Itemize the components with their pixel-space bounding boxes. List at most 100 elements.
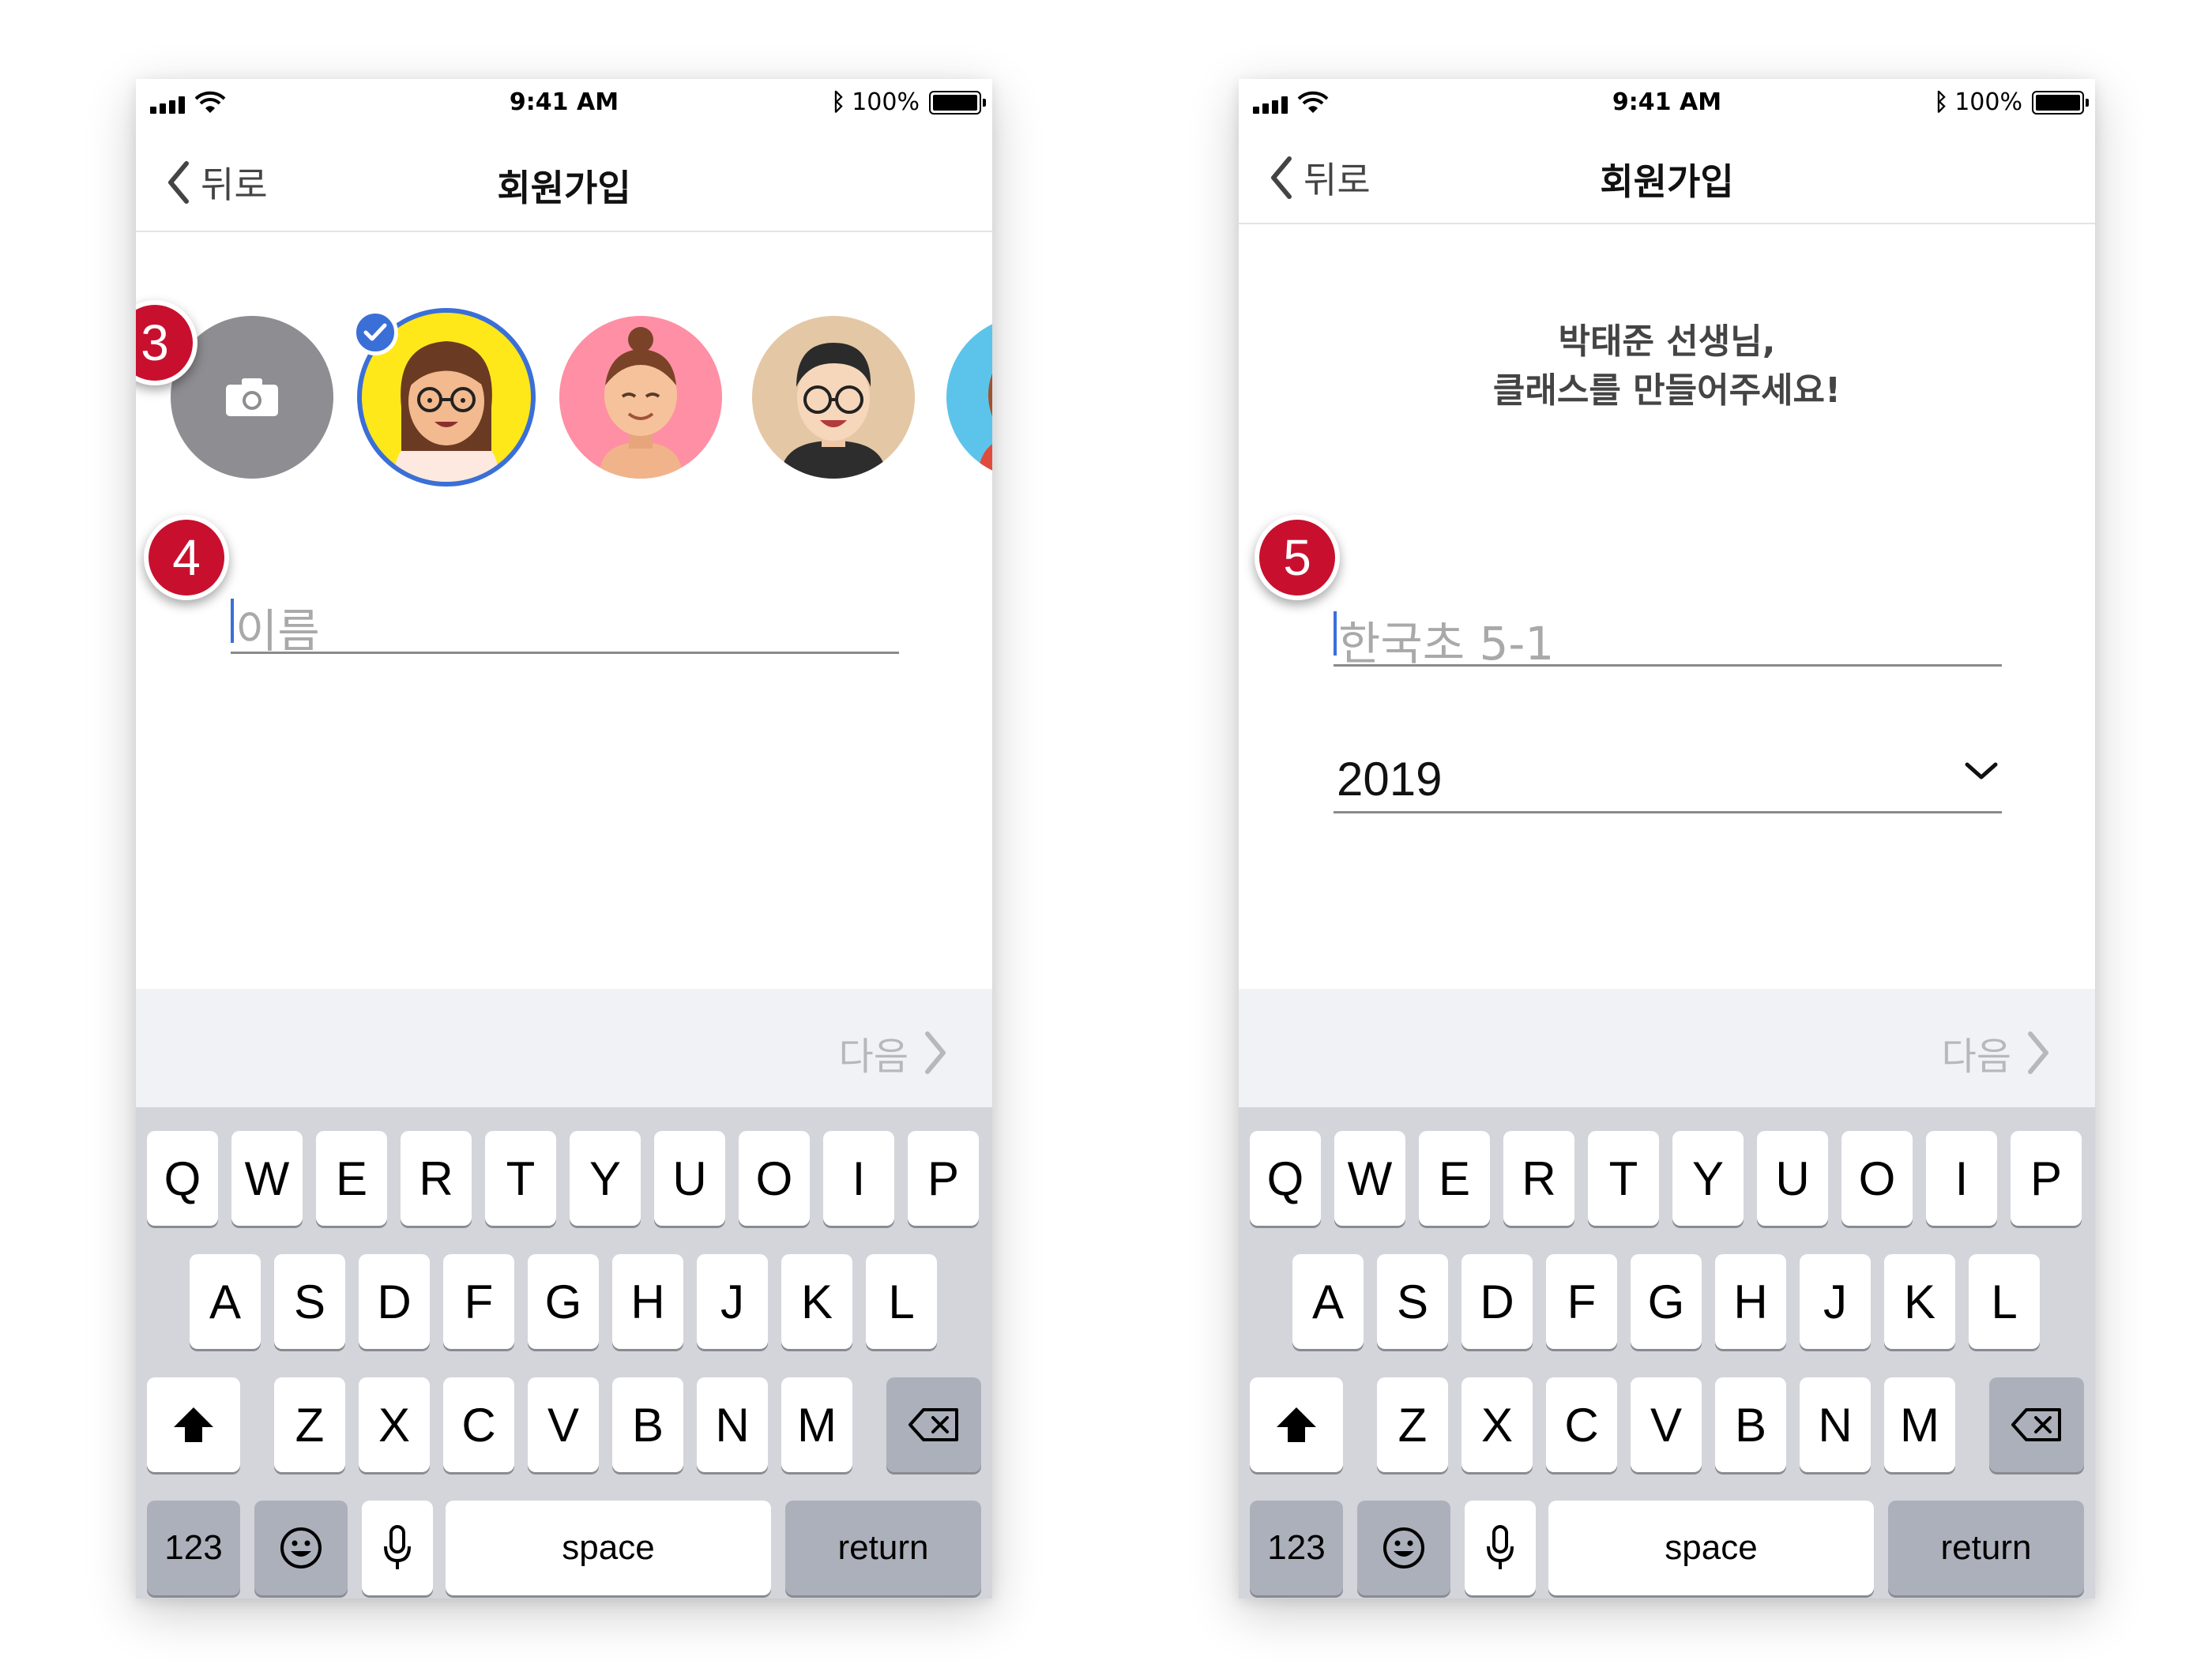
chevron-down-icon (1965, 762, 1998, 780)
status-bar: 9:41 AM ᛒ 100% (136, 79, 992, 139)
key-a[interactable]: A (1292, 1254, 1364, 1349)
delete-key[interactable] (886, 1377, 981, 1472)
key-q[interactable]: Q (1250, 1131, 1321, 1226)
boy-bun-avatar-icon (599, 327, 683, 479)
key-s[interactable]: S (274, 1254, 345, 1349)
key-l[interactable]: L (1969, 1254, 2040, 1349)
key-l[interactable]: L (866, 1254, 937, 1349)
year-select[interactable]: 2019 (1334, 731, 2002, 813)
key-z[interactable]: Z (274, 1377, 345, 1472)
text-caret (231, 599, 234, 643)
key-d[interactable]: D (359, 1254, 430, 1349)
shift-key[interactable] (1250, 1377, 1343, 1472)
key-b[interactable]: B (1715, 1377, 1786, 1472)
name-placeholder: 이름 (235, 604, 320, 658)
key-n[interactable]: N (1800, 1377, 1871, 1472)
key-k[interactable]: K (781, 1254, 852, 1349)
dictation-key[interactable] (362, 1501, 433, 1595)
backspace-icon (908, 1408, 958, 1441)
key-d[interactable]: D (1462, 1254, 1533, 1349)
nav-bar: 뒤로 회원가입 (136, 139, 992, 232)
class-name-placeholder: 한국초 5-1 (1338, 617, 1555, 671)
keyboard: Q W E R T Y U O I P A S D F G H J K L Z … (136, 1107, 992, 1598)
key-r[interactable]: R (1503, 1131, 1574, 1226)
shift-icon (1277, 1407, 1316, 1442)
numbers-key[interactable]: 123 (147, 1501, 240, 1595)
avatar-option[interactable] (559, 316, 722, 479)
battery-percent: 100% (1954, 88, 2022, 116)
dictation-key[interactable] (1465, 1501, 1536, 1595)
key-h[interactable]: H (612, 1254, 683, 1349)
key-f[interactable]: F (443, 1254, 514, 1349)
key-q[interactable]: Q (147, 1131, 218, 1226)
key-v[interactable]: V (528, 1377, 599, 1472)
next-label: 다음 (1941, 1035, 2011, 1079)
key-u[interactable]: U (654, 1131, 725, 1226)
avatar-option[interactable] (752, 316, 915, 479)
delete-key[interactable] (1989, 1377, 2084, 1472)
class-name-input[interactable]: 한국초 5-1 (1334, 595, 2002, 671)
emoji-key[interactable] (1357, 1501, 1450, 1595)
key-c[interactable]: C (443, 1377, 514, 1472)
key-i[interactable]: I (1926, 1131, 1997, 1226)
key-w[interactable]: W (231, 1131, 303, 1226)
key-z[interactable]: Z (1377, 1377, 1448, 1472)
year-value: 2019 (1337, 753, 1443, 806)
greeting-line-2: 클래스를 만들어주세요! (1492, 370, 1841, 411)
return-key[interactable]: return (785, 1501, 981, 1595)
key-r[interactable]: R (401, 1131, 472, 1226)
step-badge-4: 4 (144, 515, 229, 600)
key-p[interactable]: P (908, 1131, 979, 1226)
next-bar: 다음 (1239, 989, 2095, 1107)
key-m[interactable]: M (781, 1377, 852, 1472)
key-v[interactable]: V (1631, 1377, 1702, 1472)
key-e[interactable]: E (316, 1131, 387, 1226)
key-o[interactable]: O (739, 1131, 810, 1226)
key-t[interactable]: T (1588, 1131, 1659, 1226)
key-p[interactable]: P (2011, 1131, 2082, 1226)
space-key[interactable]: space (446, 1501, 771, 1595)
space-key[interactable]: space (1548, 1501, 1874, 1595)
emoji-key[interactable] (254, 1501, 348, 1595)
chevron-right-icon (925, 1031, 946, 1074)
key-t[interactable]: T (485, 1131, 556, 1226)
page-title: 회원가입 (1600, 160, 1734, 203)
keyboard: Q W E R T Y U O I P A S D F G H J K L Z … (1239, 1107, 2095, 1598)
key-i[interactable]: I (823, 1131, 894, 1226)
page-title: 회원가입 (497, 167, 631, 209)
key-j[interactable]: J (1800, 1254, 1871, 1349)
key-a[interactable]: A (190, 1254, 261, 1349)
next-button[interactable]: 다음 (839, 1025, 946, 1080)
key-w[interactable]: W (1334, 1131, 1405, 1226)
phone-screen-right: 9:41 AM ᛒ 100% 뒤로 회원가입 박태준 선생님, 클래스를 만들어… (1239, 79, 2095, 1598)
key-c[interactable]: C (1546, 1377, 1617, 1472)
chevron-right-icon (2028, 1031, 2048, 1074)
key-x[interactable]: X (1462, 1377, 1533, 1472)
return-key[interactable]: return (1888, 1501, 2084, 1595)
key-j[interactable]: J (697, 1254, 768, 1349)
key-x[interactable]: X (359, 1377, 430, 1472)
name-input[interactable]: 이름 (231, 583, 899, 658)
microphone-icon (1487, 1525, 1514, 1569)
next-button[interactable]: 다음 (1942, 1025, 2049, 1080)
key-k[interactable]: K (1884, 1254, 1955, 1349)
status-bar: 9:41 AM ᛒ 100% (1239, 79, 2095, 139)
key-y[interactable]: Y (570, 1131, 641, 1226)
key-e[interactable]: E (1419, 1131, 1490, 1226)
key-b[interactable]: B (612, 1377, 683, 1472)
key-y[interactable]: Y (1672, 1131, 1744, 1226)
numbers-key[interactable]: 123 (1250, 1501, 1343, 1595)
nav-bar: 뒤로 회원가입 (1239, 139, 2095, 224)
key-f[interactable]: F (1546, 1254, 1617, 1349)
avatar-option[interactable] (946, 316, 992, 479)
key-n[interactable]: N (697, 1377, 768, 1472)
key-g[interactable]: G (1631, 1254, 1702, 1349)
shift-icon (174, 1407, 213, 1442)
key-h[interactable]: H (1715, 1254, 1786, 1349)
key-o[interactable]: O (1841, 1131, 1913, 1226)
key-u[interactable]: U (1757, 1131, 1828, 1226)
key-s[interactable]: S (1377, 1254, 1448, 1349)
shift-key[interactable] (147, 1377, 240, 1472)
key-g[interactable]: G (528, 1254, 599, 1349)
key-m[interactable]: M (1884, 1377, 1955, 1472)
